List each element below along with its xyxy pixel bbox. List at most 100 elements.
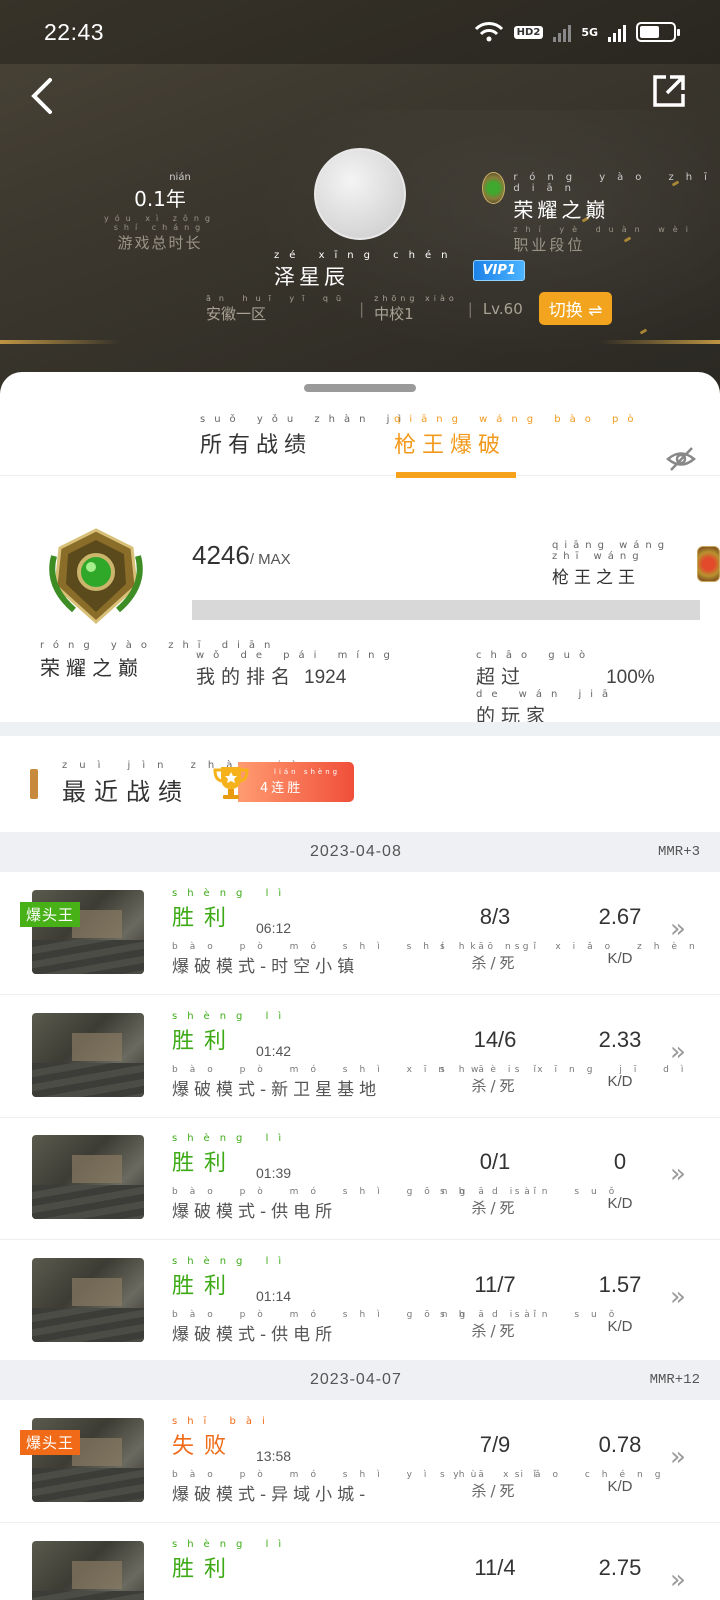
- win-streak-text: 4连胜: [260, 781, 304, 796]
- wifi-icon: [474, 22, 503, 42]
- signal-sim1-icon: [553, 22, 572, 42]
- map-thumbnail: [32, 1540, 144, 1600]
- hide-toggle-button[interactable]: [666, 444, 696, 474]
- kd-ratio-label: K/D: [607, 1195, 633, 1212]
- play-time-stat: nián 0.1年 yóu xì zǒng shí cháng 游戏总时长: [100, 172, 220, 253]
- match-mode: bào pò mó shì gōng diàn suǒ 爆破模式-供电所: [172, 1187, 626, 1222]
- mvp-tag: 爆头王: [20, 902, 81, 927]
- section-marker: [30, 768, 38, 799]
- match-row[interactable]: shèng lì 胜利 01:39 bào pò mó shì gōng diàn…: [0, 1117, 720, 1240]
- rank-badge-icon: [482, 172, 506, 204]
- match-row[interactable]: 爆头王 shèng lì 胜利 06:12 bào pò mó shì shí k…: [0, 872, 720, 995]
- date-text: 2023-04-08: [310, 843, 402, 860]
- pinyin: qiāng wáng bào pò: [394, 414, 643, 425]
- pinyin: shèng lì: [172, 1010, 292, 1022]
- status-icons: HD2 5G: [474, 21, 680, 43]
- grade-text: 中校1: [374, 304, 414, 323]
- career-rank-text: 荣耀之巅: [513, 198, 610, 222]
- tab-all-records[interactable]: suǒ yǒu zhàn jì 所有战绩: [200, 414, 410, 459]
- share-icon: [653, 75, 685, 107]
- match-duration: 01:42: [256, 1042, 292, 1059]
- kd-label-text: 杀/死: [471, 1076, 519, 1095]
- my-rank: wǒ de pái míng 我的排名 1924: [196, 650, 399, 689]
- match-mode-text: 爆破模式-供电所: [172, 1202, 338, 1222]
- match-row[interactable]: shèng lì 胜利 01:14 bào pò mó shì gōng diàn…: [0, 1240, 720, 1363]
- sheet-drag-handle[interactable]: [304, 384, 416, 392]
- kd-label-text: 杀/死: [471, 1321, 519, 1340]
- match-result-text: 胜利: [172, 906, 237, 931]
- map-thumbnail: [32, 1012, 144, 1097]
- header-gold-edge-right: [600, 340, 720, 344]
- server-text: 安徽一区: [206, 304, 267, 323]
- win-streak-label: lián shèng 4连胜: [238, 762, 355, 802]
- pinyin: shā sǐ: [440, 1470, 550, 1480]
- mmr-change: MMR+12: [649, 1372, 700, 1388]
- gun-king-badge-icon: [696, 546, 720, 582]
- kills-deaths: 0/1: [479, 1149, 511, 1174]
- pinyin: chāo guò: [476, 650, 595, 661]
- match-result: shèng lì 胜利: [172, 1539, 291, 1583]
- header-gold-edge-left: [0, 340, 120, 344]
- pinyin: zé xīng chén: [274, 250, 458, 261]
- pinyin: yóu xì zǒng shí cháng: [104, 214, 216, 232]
- pinyin: de wán jiā: [476, 689, 618, 700]
- chevron-double-right-icon: »: [670, 1281, 686, 1312]
- match-row[interactable]: 爆头王 shī bài 失败 13:58 bào pò mó shì yì yù …: [0, 1400, 720, 1523]
- server-name: ān huī yī qū 安徽一区: [206, 294, 349, 324]
- tab-label: 所有战绩: [200, 433, 313, 458]
- chevron-left-icon: [31, 78, 52, 114]
- match-row[interactable]: shèng lì 胜利 11/4 2.75 »: [0, 1523, 720, 1600]
- date-header: 2023-04-07 MMR+12: [0, 1360, 720, 1400]
- share-button[interactable]: [650, 72, 688, 110]
- match-row[interactable]: shèng lì 胜利 01:42 bào pò mó shì xīn wèi x…: [0, 995, 720, 1118]
- kd-ratio-label: K/D: [607, 1317, 633, 1335]
- profile-header: 22:43 HD2 5G nián 0.1年 yóu xì zǒng shí ch…: [0, 0, 720, 400]
- kd-label-text: 杀/死: [471, 1482, 519, 1500]
- chevron-double-right-icon: »: [670, 1159, 686, 1189]
- mvp-tag: 爆头王: [20, 1430, 81, 1455]
- avatar[interactable]: [314, 148, 406, 240]
- match-result-text: 失败: [172, 1434, 237, 1459]
- network-type: 5G: [581, 25, 598, 39]
- career-rank-label: zhí yè duàn wèi 职业段位: [513, 225, 720, 255]
- player-meta-row: ān huī yī qū 安徽一区 | zhōng xiào 中校1 | Lv.60…: [206, 292, 613, 325]
- kills-deaths: 11/4: [474, 1554, 516, 1580]
- kills-deaths-label: shā sǐ 杀/死: [440, 1310, 550, 1341]
- career-rank-stat: róng yào zhī diān 荣耀之巅 zhí yè duàn wèi 职业段…: [482, 172, 720, 255]
- kd-ratio: 2.33: [598, 1026, 642, 1052]
- back-button[interactable]: [28, 76, 68, 120]
- pinyin: bào pò mó shì gōng diàn suǒ: [172, 1187, 627, 1197]
- status-time: 22:43: [44, 18, 105, 45]
- beat-label-1: chāo guò 超过: [476, 650, 594, 689]
- trophy-icon: [213, 767, 249, 799]
- chevron-double-right-icon: »: [670, 914, 686, 944]
- my-rank-label: 我的排名: [196, 666, 297, 688]
- kd-ratio: 2.67: [598, 904, 642, 929]
- tier-name-text: 荣耀之巅: [40, 656, 144, 680]
- pinyin: shā sǐ: [440, 1187, 550, 1197]
- kd-ratio: 2.75: [598, 1554, 642, 1580]
- kd-label-text: 杀/死: [471, 954, 519, 972]
- score-value: 4246: [192, 540, 250, 570]
- pinyin: zhōng xiào: [374, 293, 458, 303]
- tab-gun-king-demolition[interactable]: qiāng wáng bào pò 枪王爆破: [394, 414, 643, 459]
- kd-ratio-label: K/D: [607, 1072, 633, 1090]
- hd-icon: HD2: [513, 25, 544, 39]
- kd-ratio: 0.78: [598, 1432, 642, 1457]
- kd-ratio: 1.57: [598, 1271, 642, 1297]
- pinyin: shā sǐ: [440, 1064, 550, 1075]
- switch-button[interactable]: 切换 ⇌: [538, 292, 613, 325]
- match-duration: 06:12: [256, 920, 292, 936]
- kd-ratio-label: K/D: [607, 1478, 633, 1495]
- pinyin: shā sǐ: [440, 1309, 550, 1320]
- pinyin: lián shèng: [274, 768, 341, 776]
- separator: |: [467, 299, 473, 318]
- tier-emblem-icon: [49, 528, 143, 625]
- match-mode: bào pò mó shì gōng diàn suǒ 爆破模式-供电所: [172, 1310, 626, 1345]
- tab-label: 枪王爆破: [394, 433, 507, 458]
- pinyin: shèng lì: [172, 888, 292, 899]
- pinyin: suǒ yǒu zhàn jì: [200, 414, 411, 425]
- eye-off-icon: [666, 447, 696, 471]
- pinyin: shèng lì: [172, 1133, 292, 1144]
- record-tabs: suǒ yǒu zhàn jì 所有战绩 qiāng wáng bào pò 枪王爆…: [0, 402, 720, 478]
